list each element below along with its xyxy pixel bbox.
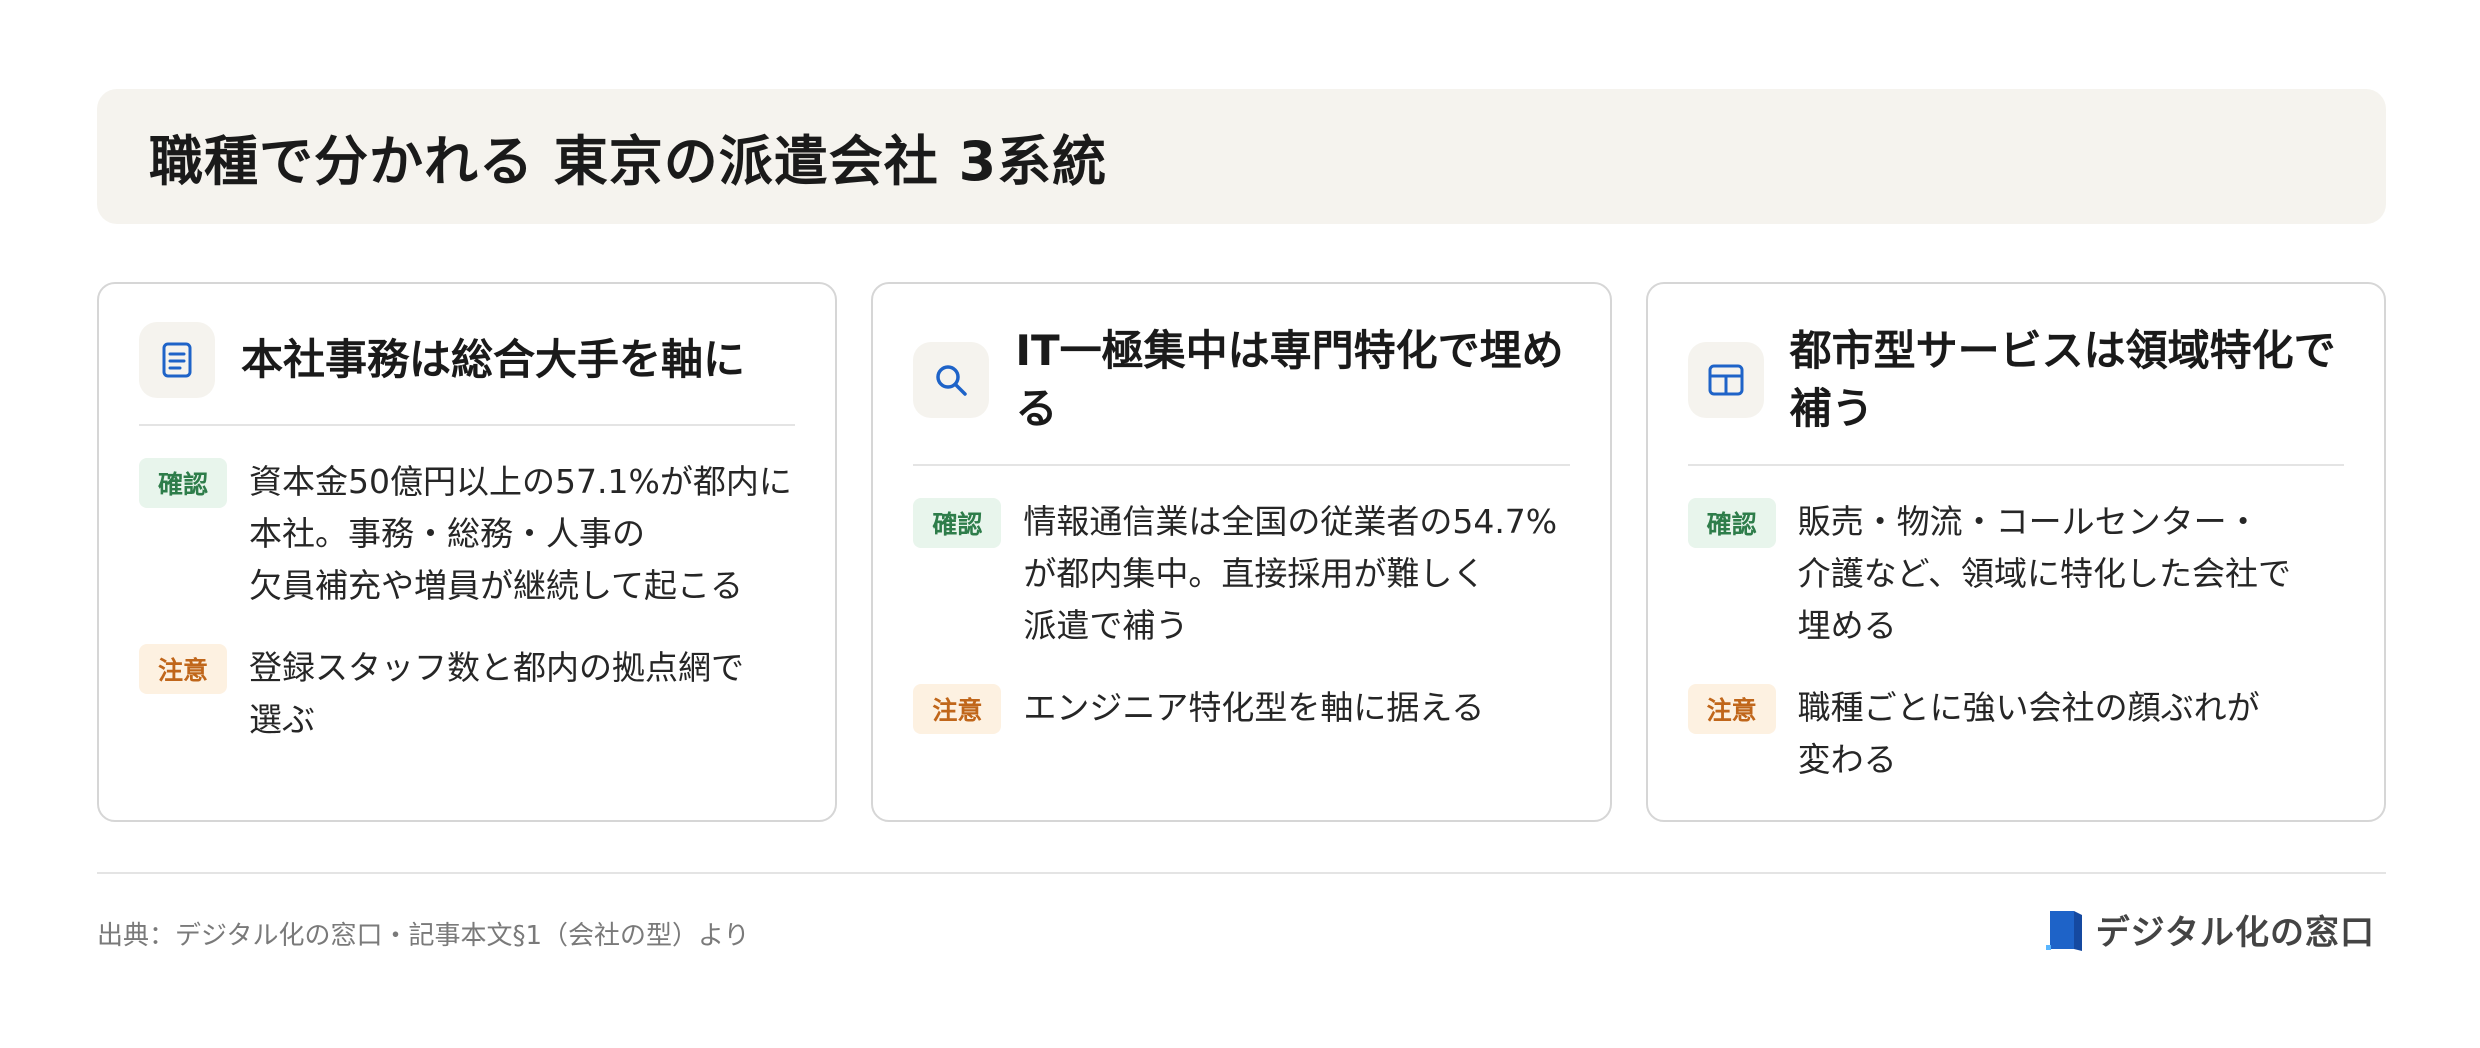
- card-head-office-clerical: 本社事務は総合大手を軸に 確認 資本金50億円以上の57.1%が都内に 本社。事務…: [97, 282, 838, 822]
- card-title: 都市型サービスは領域特化で 補う: [1789, 326, 2336, 433]
- item-text: 登録スタッフ数と都内の拠点網で 選ぶ: [249, 648, 744, 739]
- brand-logo: デジタル化の窓口: [2044, 905, 2375, 954]
- caution-badge: 注意: [139, 644, 227, 694]
- item-text: 販売・物流・コールセンター・ 介護など、領域に特化した会社で 埋める: [1797, 502, 2292, 645]
- confirm-badge: 確認: [139, 458, 227, 508]
- title-banner: 職種で分かれる 東京の派遣会社 3系統: [97, 89, 2386, 224]
- card-it-specialist: IT一極集中は専門特化で埋める 確認 情報通信業は全国の従業者の54.7% が都内…: [871, 282, 1612, 822]
- confirm-badge: 確認: [913, 498, 1002, 548]
- list-item: 注意 登録スタッフ数と都内の拠点網で 選ぶ: [139, 642, 795, 746]
- item-text: 職種ごとに強い会社の顔ぶれが 変わる: [1797, 688, 2260, 779]
- caution-badge: 注意: [913, 684, 1002, 734]
- footer-divider: [97, 872, 2386, 874]
- card-header: IT一極集中は専門特化で埋める: [913, 322, 1570, 466]
- card-urban-services: 都市型サービスは領域特化で 補う 確認 販売・物流・コールセンター・ 介護など、領域…: [1645, 282, 2386, 822]
- item-text: 資本金50億円以上の57.1%が都内に 本社。事務・総務・人事の 欠員補充や増員が継…: [249, 462, 792, 605]
- brand-mark-icon: [2045, 910, 2082, 951]
- item-text: エンジニア特化型を軸に据える: [1023, 688, 1485, 727]
- document-icon: [139, 322, 215, 398]
- list-item: 確認 資本金50億円以上の57.1%が都内に 本社。事務・総務・人事の 欠員補充や増…: [139, 456, 795, 612]
- confirm-badge: 確認: [1687, 498, 1776, 548]
- card-header: 本社事務は総合大手を軸に: [139, 322, 796, 426]
- card-title: 本社事務は総合大手を軸に: [241, 335, 746, 384]
- list-item: 注意 エンジニア特化型を軸に据える: [913, 682, 1569, 734]
- page-title: 職種で分かれる 東京の派遣会社 3系統: [149, 130, 1108, 193]
- search-icon: [913, 342, 990, 418]
- caution-badge: 注意: [1687, 684, 1776, 734]
- list-item: 注意 職種ごとに強い会社の顔ぶれが 変わる: [1687, 682, 2344, 786]
- list-item: 確認 販売・物流・コールセンター・ 介護など、領域に特化した会社で 埋める: [1687, 496, 2344, 652]
- cards-row: 本社事務は総合大手を軸に 確認 資本金50億円以上の57.1%が都内に 本社。事務…: [97, 282, 2386, 822]
- card-header: 都市型サービスは領域特化で 補う: [1687, 322, 2344, 466]
- brand-name: デジタル化の窓口: [2095, 913, 2375, 953]
- source-note: 出典：デジタル化の窓口・記事本文§1（会社の型）より: [97, 921, 750, 951]
- list-item: 確認 情報通信業は全国の従業者の54.7% が都内集中。直接採用が難しく 派遣で補う: [913, 496, 1569, 652]
- card-title: IT一極集中は専門特化で埋める: [1015, 326, 1564, 433]
- item-text: 情報通信業は全国の従業者の54.7% が都内集中。直接採用が難しく 派遣で補う: [1023, 502, 1558, 645]
- grid-icon: [1687, 342, 1764, 418]
